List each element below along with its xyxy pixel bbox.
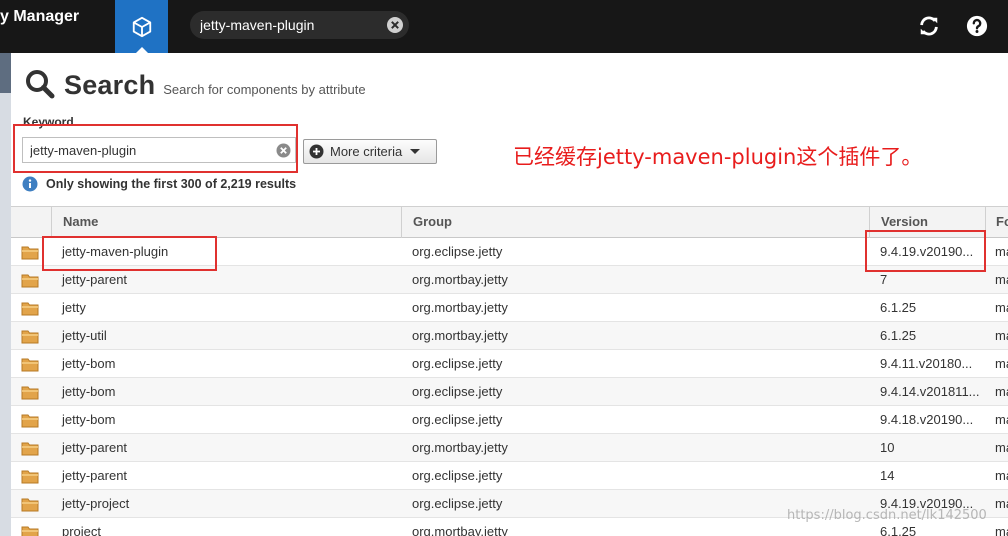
- cell-format: ma: [995, 300, 1008, 315]
- top-search-input[interactable]: [200, 15, 380, 35]
- cell-name: project: [62, 524, 102, 536]
- folder-icon: [21, 330, 39, 344]
- cell-format: ma: [995, 412, 1008, 427]
- cell-format: ma: [995, 328, 1008, 343]
- column-header-format[interactable]: Fo: [985, 207, 1008, 238]
- left-nav-strip: [0, 53, 11, 536]
- cell-version: 14: [880, 468, 895, 483]
- annotation-text: 已经缓存jetty-maven-plugin这个插件了。: [513, 145, 923, 169]
- table-row[interactable]: jetty-bom org.eclipse.jetty 9.4.11.v20180.…: [11, 350, 1008, 378]
- results-info-text: Only showing the first 300 of 2,219 resu…: [46, 177, 297, 191]
- plus-circle-icon: [309, 144, 324, 159]
- cell-name: jetty-project: [62, 496, 130, 511]
- left-nav-active: [0, 53, 11, 93]
- table-row[interactable]: jetty-parent org.eclipse.jetty 14 ma: [11, 462, 1008, 490]
- help-icon: [966, 15, 988, 37]
- folder-icon: [21, 274, 39, 288]
- folder-icon: [21, 302, 39, 316]
- cell-name: jetty-parent: [62, 468, 128, 483]
- cell-group: org.eclipse.jetty: [412, 244, 503, 259]
- table-row[interactable]: jetty org.mortbay.jetty 6.1.25 ma: [11, 294, 1008, 322]
- clear-icon[interactable]: [386, 16, 404, 34]
- column-header-group[interactable]: Group: [401, 207, 869, 238]
- cell-group: org.eclipse.jetty: [412, 412, 503, 427]
- folder-icon: [21, 414, 39, 428]
- refresh-button[interactable]: [915, 12, 943, 40]
- help-button[interactable]: [963, 12, 991, 40]
- cell-version: 9.4.11.v20180...: [880, 356, 973, 371]
- cell-format: ma: [995, 524, 1008, 536]
- cell-version: 9.4.14.v201811...: [880, 384, 980, 399]
- cell-format: ma: [995, 384, 1008, 399]
- cell-version: 9.4.18.v20190...: [880, 412, 974, 427]
- refresh-icon: [920, 16, 938, 36]
- caret-down-icon: [410, 149, 421, 154]
- table-row[interactable]: jetty-parent org.mortbay.jetty 10 ma: [11, 434, 1008, 462]
- cell-format: ma: [995, 440, 1008, 455]
- table-row[interactable]: jetty-bom org.eclipse.jetty 9.4.18.v20190.…: [11, 406, 1008, 434]
- cell-group: org.mortbay.jetty: [412, 328, 508, 343]
- cell-name: jetty-bom: [62, 356, 116, 371]
- browse-button[interactable]: [115, 0, 168, 53]
- cell-group: org.eclipse.jetty: [412, 356, 503, 371]
- watermark: https://blog.csdn.net/lk142500: [787, 508, 987, 523]
- highlight-box-keyword: [13, 124, 298, 173]
- page-subtitle: Search for components by attribute: [163, 82, 366, 97]
- page-title: Search: [64, 70, 156, 100]
- column-header-name[interactable]: Name: [51, 207, 401, 238]
- folder-icon: [21, 358, 39, 372]
- cell-format: ma: [995, 244, 1008, 259]
- table-row[interactable]: jetty-util org.mortbay.jetty 6.1.25 ma: [11, 322, 1008, 350]
- cell-group: org.eclipse.jetty: [412, 468, 503, 483]
- cell-name: jetty-util: [62, 328, 107, 343]
- highlight-box-name: [42, 236, 217, 271]
- cell-name: jetty-bom: [62, 412, 116, 427]
- cell-version: 6.1.25: [880, 328, 917, 343]
- cell-name: jetty-parent: [62, 440, 128, 455]
- table-row[interactable]: jetty-bom org.eclipse.jetty 9.4.14.v201811…: [11, 378, 1008, 406]
- cell-version: 10: [880, 440, 895, 455]
- more-criteria-button[interactable]: More criteria: [303, 139, 437, 164]
- cell-format: ma: [995, 356, 1008, 371]
- search-icon: [26, 70, 55, 99]
- cell-format: ma: [995, 496, 1008, 511]
- top-bar: y Manager: [0, 0, 1008, 53]
- app-brand: y Manager: [0, 8, 80, 25]
- results-info: Only showing the first 300 of 2,219 resu…: [22, 176, 296, 192]
- cell-group: org.eclipse.jetty: [412, 384, 503, 399]
- cell-format: ma: [995, 468, 1008, 483]
- cell-group: org.mortbay.jetty: [412, 440, 508, 455]
- cell-name: jetty-bom: [62, 384, 116, 399]
- folder-icon: [21, 386, 39, 400]
- folder-icon: [21, 442, 39, 456]
- folder-icon: [21, 498, 39, 512]
- table-header: Name Group Version Fo: [11, 206, 1008, 238]
- info-icon: [22, 176, 38, 192]
- highlight-box-version: [865, 230, 986, 272]
- cell-version: 6.1.25: [880, 300, 917, 315]
- cell-group: org.mortbay.jetty: [412, 272, 508, 287]
- cube-icon: [132, 16, 151, 37]
- cell-group: org.mortbay.jetty: [412, 300, 508, 315]
- more-criteria-label: More criteria: [330, 144, 403, 159]
- cell-name: jetty: [62, 300, 86, 315]
- folder-icon: [21, 246, 39, 260]
- top-search-box[interactable]: [190, 11, 409, 39]
- folder-icon: [21, 526, 39, 536]
- folder-icon: [21, 470, 39, 484]
- cell-format: ma: [995, 272, 1008, 287]
- search-header: Search Search for components by attribut…: [25, 64, 366, 101]
